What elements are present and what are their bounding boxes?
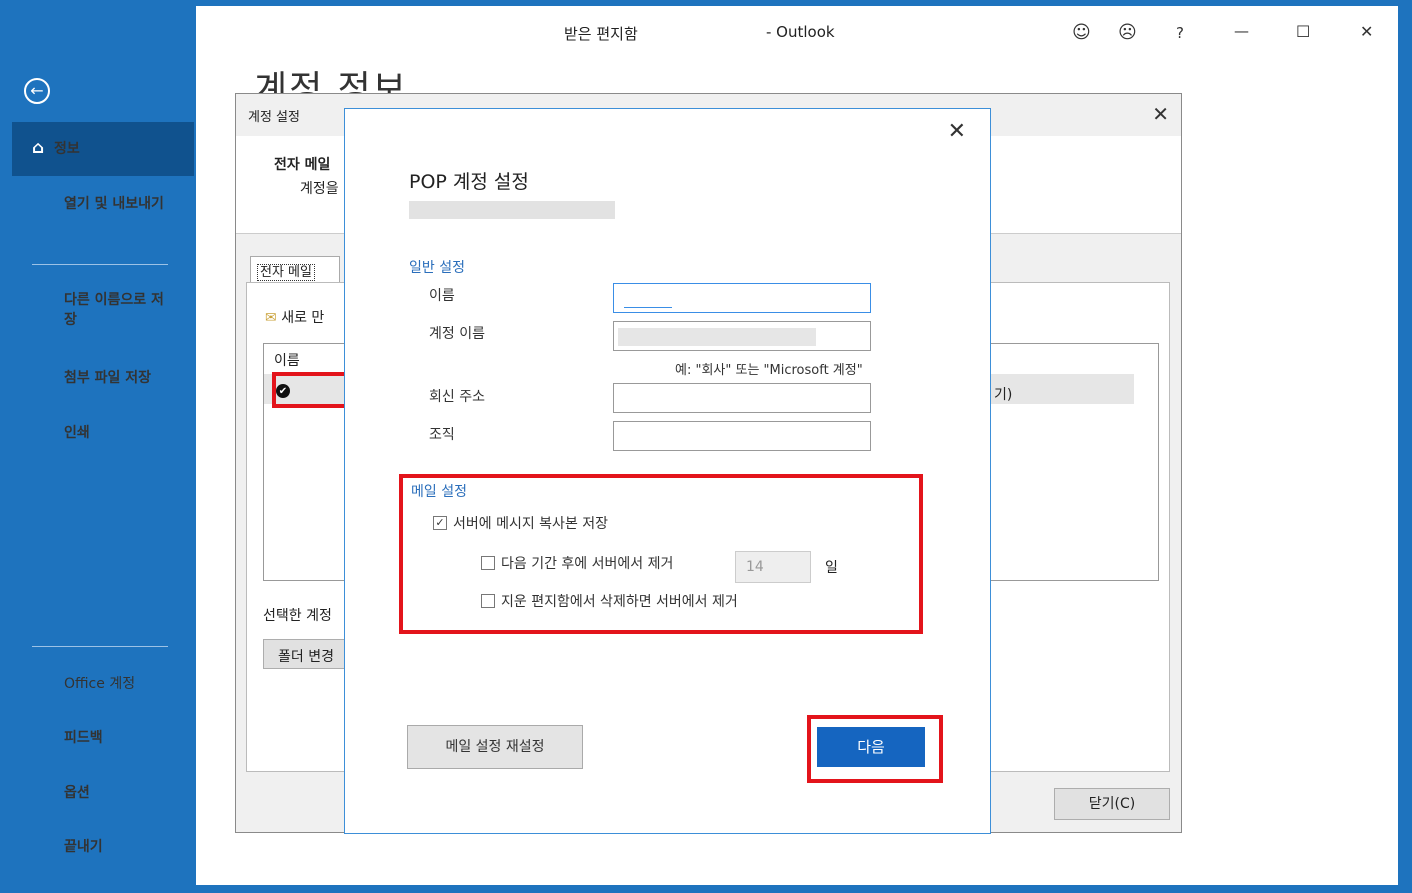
sidebar-divider [32, 646, 168, 647]
sidebar-item-save-attachments[interactable]: 첨부 파일 저장 [0, 368, 196, 392]
sidebar-item-feedback[interactable]: 피드백 [0, 728, 196, 752]
reply-address-label: 회신 주소 [429, 389, 485, 405]
minimize-icon[interactable]: — [1234, 22, 1249, 40]
checkbox-unchecked-icon [481, 556, 495, 570]
remove-deleted-checkbox[interactable]: 지운 편지함에서 삭제하면 서버에서 제거 [481, 591, 738, 611]
account-name-field[interactable] [613, 321, 871, 351]
row-default-text: 기) [994, 387, 1013, 403]
redacted-title [648, 22, 756, 48]
organization-field[interactable] [613, 421, 871, 451]
window-frame-right [1398, 0, 1412, 893]
sidebar-item-label: 다른 이름으로 저장 [64, 292, 164, 328]
remove-deleted-label: 지운 편지함에서 삭제하면 서버에서 제거 [501, 594, 738, 610]
column-header-name: 이름 [274, 353, 300, 369]
remove-after-label: 다음 기간 후에 서버에서 제거 [501, 556, 674, 572]
back-arrow-icon[interactable]: ← [24, 78, 50, 104]
sidebar-item-label: Office 계정 [64, 676, 136, 692]
sidebar-item-options[interactable]: 옵션 [0, 783, 196, 807]
sidebar-item-label: 인쇄 [64, 425, 90, 441]
name-field[interactable] [613, 283, 871, 313]
new-account-button[interactable]: ✉ 새로 만 [265, 307, 324, 327]
sidebar-item-label: 옵션 [64, 785, 90, 801]
new-mail-icon: ✉ [265, 310, 277, 326]
title-bar: 받은 편지함 - Outlook ☺ ☹ ? — ☐ ✕ [196, 6, 1398, 56]
help-icon[interactable]: ? [1176, 24, 1184, 42]
next-button[interactable]: 다음 [817, 727, 925, 767]
days-unit: 일 [825, 560, 838, 576]
new-label: 새로 만 [281, 310, 325, 326]
smile-icon[interactable]: ☺ [1072, 22, 1091, 43]
days-input: 14 [735, 551, 811, 583]
close-icon[interactable]: ✕ [1152, 102, 1169, 126]
account-name-label: 계정 이름 [429, 326, 485, 342]
tab-email[interactable]: 전자 메일 [250, 256, 340, 282]
close-icon[interactable]: ✕ [1360, 22, 1373, 41]
tab-label: 전자 메일 [257, 264, 315, 281]
mail-settings-heading: 메일 설정 [411, 484, 467, 500]
sidebar-item-label: 끝내기 [64, 839, 103, 855]
sidebar-item-open-export[interactable]: 열기 및 내보내기 [0, 194, 196, 244]
sidebar-item-office-account[interactable]: Office 계정 [0, 674, 196, 698]
keep-copy-checkbox[interactable]: ✓ 서버에 메시지 복사본 저장 [433, 513, 608, 533]
selected-account-label: 선택한 계정 [263, 608, 332, 624]
reset-mail-settings-button[interactable]: 메일 설정 재설정 [407, 725, 583, 769]
window-frame-bottom [0, 885, 1412, 893]
dialog-title: 계정 설정 [248, 110, 300, 125]
sidebar-divider [32, 264, 168, 265]
window-title: 받은 편지함 [564, 25, 638, 43]
sidebar-item-exit[interactable]: 끝내기 [0, 837, 196, 861]
redacted-email [409, 201, 615, 219]
maximize-icon[interactable]: ☐ [1296, 22, 1310, 41]
redacted-value [618, 328, 816, 346]
keep-copy-label: 서버에 메시지 복사본 저장 [453, 516, 609, 532]
name-label: 이름 [429, 288, 455, 304]
checkbox-unchecked-icon [481, 594, 495, 608]
frown-icon[interactable]: ☹ [1118, 22, 1137, 43]
general-settings-heading: 일반 설정 [409, 260, 465, 276]
sidebar-item-save-as[interactable]: 다른 이름으로 저장 [0, 290, 196, 334]
header-title: 전자 메일 [274, 157, 331, 173]
sidebar-item-label: 첨부 파일 저장 [64, 370, 152, 386]
sidebar-item-label: 열기 및 내보내기 [64, 196, 164, 212]
example-hint: 예: "회사" 또는 "Microsoft 계정" [675, 363, 863, 378]
dialog-title: POP 계정 설정 [409, 171, 529, 193]
text-cursor [624, 307, 672, 308]
organization-label: 조직 [429, 427, 455, 443]
sidebar-item-label: 정보 [54, 141, 80, 157]
backstage-sidebar: ← ⌂ 정보 열기 및 내보내기 다른 이름으로 저장 첨부 파일 저장 인쇄 … [0, 0, 196, 893]
window-app-name: - Outlook [766, 23, 835, 41]
checkbox-checked-icon: ✓ [433, 516, 447, 530]
sidebar-item-info[interactable]: ⌂ 정보 [12, 122, 194, 176]
reply-address-field[interactable] [613, 383, 871, 413]
sidebar-item-print[interactable]: 인쇄 [0, 423, 196, 447]
close-icon[interactable]: ✕ [948, 119, 966, 144]
header-subtitle: 계정을 [300, 181, 339, 197]
sidebar-item-label: 피드백 [64, 730, 103, 746]
pop-settings-dialog: ✕ POP 계정 설정 일반 설정 이름 계정 이름 예: "회사" 또는 "M… [344, 108, 991, 834]
close-button[interactable]: 닫기(C) [1054, 788, 1170, 820]
remove-after-checkbox[interactable]: 다음 기간 후에 서버에서 제거 [481, 553, 673, 573]
home-icon: ⌂ [32, 138, 45, 158]
